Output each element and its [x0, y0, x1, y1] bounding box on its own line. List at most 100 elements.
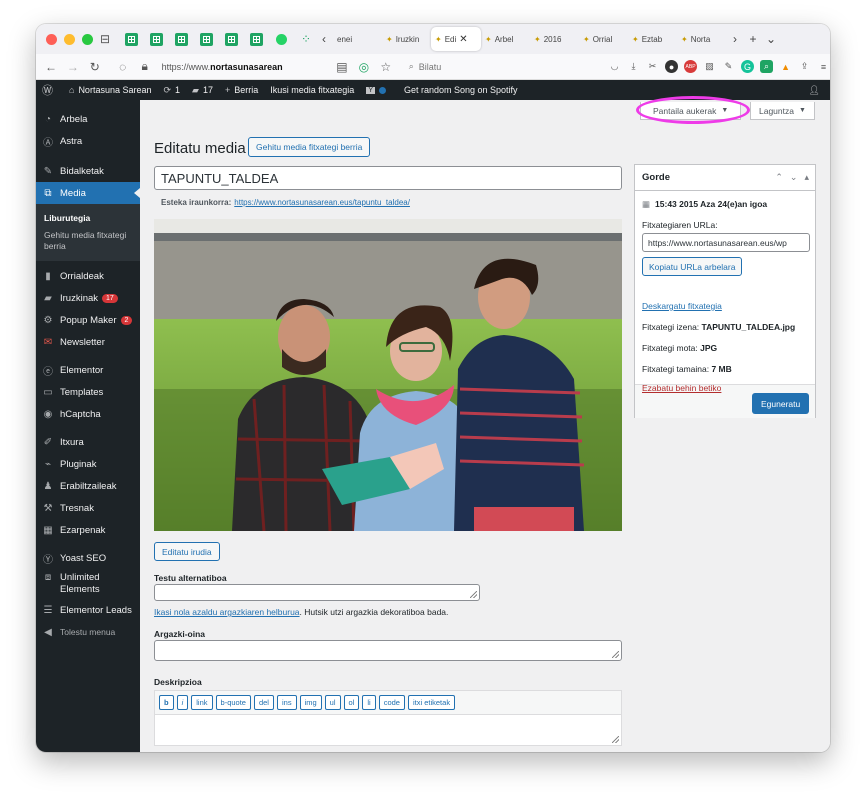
download-file-link[interactable]: Deskargatu fitxategia: [642, 301, 722, 311]
adminbar-updates[interactable]: ⟳ 1: [157, 85, 186, 96]
bookmark-star-icon[interactable]: ☆: [375, 60, 397, 74]
quicktag-code-button[interactable]: code: [378, 695, 405, 710]
close-window-button[interactable]: [46, 33, 57, 45]
adminbar-comments[interactable]: ▰ 17: [186, 85, 219, 96]
quicktag-italic-button[interactable]: i: [176, 695, 189, 710]
quicktag-close-tags-button[interactable]: itxi etiketak: [407, 695, 456, 710]
vlc-icon[interactable]: ▲: [779, 60, 792, 73]
sidebar-item-elementor[interactable]: ⓔ Elementor: [36, 359, 140, 381]
maximize-window-button[interactable]: [82, 33, 93, 45]
wp-logo-icon[interactable]: Ⓦ: [36, 82, 63, 98]
share-icon[interactable]: ⇪: [798, 60, 811, 73]
screenshot-icon[interactable]: ✂: [646, 60, 659, 73]
quicktag-img-button[interactable]: img: [299, 695, 322, 710]
browser-tab[interactable]: ✦ Eztab: [628, 27, 677, 51]
shield-icon[interactable]: ◌: [112, 60, 134, 74]
caption-textarea[interactable]: [154, 640, 622, 661]
adminbar-user-icon[interactable]: 👤︎: [803, 85, 830, 96]
sidebar-item-unlimited-elements[interactable]: ⧈ Unlimited Elements: [36, 569, 140, 599]
sidebar-item-bidalketak[interactable]: ✎ Bidalketak: [36, 160, 140, 182]
eyedropper-icon[interactable]: ✎: [722, 60, 735, 73]
delete-permanently-link[interactable]: Ezabatu behin betiko: [642, 383, 721, 393]
pinned-tab-dots-icon[interactable]: ⁘: [297, 28, 315, 50]
quicktag-blockquote-button[interactable]: b-quote: [215, 695, 251, 710]
sidebar-item-templates[interactable]: ▭ Templates: [36, 381, 140, 403]
quicktag-ol-button[interactable]: ol: [343, 695, 360, 710]
browser-tab[interactable]: enei: [333, 27, 382, 51]
file-url-input[interactable]: https://www.nortasunasarean.eus/wp: [642, 233, 810, 252]
extension-icon[interactable]: ◎: [353, 60, 375, 74]
alt-text-help-link[interactable]: Ikasi nola azaldu argazkiaren helburua: [154, 607, 300, 617]
permalink-link[interactable]: https://www.nortasunasarean.eus/tapuntu_…: [234, 198, 410, 207]
submenu-item-liburutegia[interactable]: Liburutegia: [36, 210, 140, 227]
sidebar-item-newsletter[interactable]: ✉ Newsletter: [36, 331, 140, 353]
scroll-tabs-right-icon[interactable]: ›: [726, 32, 744, 46]
tab-list-chevron-icon[interactable]: ⌄: [762, 32, 780, 46]
toggle-panel-icon[interactable]: ▴: [804, 172, 809, 183]
browser-tab-active[interactable]: ✦ Edi ✕: [431, 27, 481, 51]
scroll-tabs-left-icon[interactable]: ‹: [315, 32, 333, 46]
move-down-icon[interactable]: ⌄: [790, 172, 798, 183]
add-new-media-button[interactable]: Gehitu media fitxategi berria: [248, 137, 371, 157]
resize-handle-icon[interactable]: [470, 591, 477, 598]
sidebar-item-elementor-leads[interactable]: ☰ Elementor Leads: [36, 599, 140, 621]
menu-icon[interactable]: ≡: [817, 60, 830, 73]
adminbar-site-name[interactable]: ⌂ Nortasuna Sarean: [63, 85, 157, 95]
adblock-icon[interactable]: ABP: [684, 60, 698, 73]
adminbar-view-media[interactable]: Ikusi media fitxategia: [264, 85, 360, 95]
sidebar-item-erabiltzaileak[interactable]: ♟ Erabiltzaileak: [36, 475, 140, 497]
account-icon[interactable]: ●: [665, 60, 679, 73]
edit-image-button[interactable]: Editatu irudia: [154, 542, 220, 561]
pocket-icon[interactable]: ◡: [608, 60, 621, 73]
sidebar-item-popup-maker[interactable]: ⚙ Popup Maker 2: [36, 309, 140, 331]
pinned-tab-sheet-icon[interactable]: [172, 28, 190, 50]
sidebar-item-pluginak[interactable]: ⌁ Pluginak: [36, 453, 140, 475]
browser-tab[interactable]: ✦ Orrial: [579, 27, 628, 51]
sidebar-item-ezarpenak[interactable]: ▦ Ezarpenak: [36, 519, 140, 541]
pinned-tab-sheet-icon[interactable]: [247, 28, 265, 50]
download-icon[interactable]: ⤓: [627, 60, 640, 73]
sidebar-item-astra[interactable]: Ⓐ Astra: [36, 130, 140, 152]
quicktag-del-button[interactable]: del: [253, 695, 274, 710]
browser-tab[interactable]: ✦ 2016: [530, 27, 579, 51]
adminbar-new[interactable]: + Berria: [219, 85, 264, 95]
pinned-tab-whatsapp-icon[interactable]: [272, 28, 290, 50]
minimize-window-button[interactable]: [64, 33, 75, 45]
resize-handle-icon[interactable]: [612, 736, 619, 743]
quicktag-ins-button[interactable]: ins: [276, 695, 297, 710]
resize-handle-icon[interactable]: [612, 651, 619, 658]
sidebar-item-yoast-seo[interactable]: Ⓨ Yoast SEO: [36, 547, 140, 569]
grammarly-icon[interactable]: G: [741, 60, 755, 73]
pinned-tab-sheet-icon[interactable]: [147, 28, 165, 50]
adminbar-yoast[interactable]: Y: [360, 86, 398, 94]
update-button[interactable]: Eguneratu: [752, 393, 810, 414]
submenu-item-add-new-media[interactable]: Gehitu media fitxategi berria: [36, 227, 140, 255]
sidebar-item-tresnak[interactable]: ⚒ Tresnak: [36, 497, 140, 519]
quicktag-bold-button[interactable]: b: [159, 695, 174, 710]
sidebar-item-iruzkinak[interactable]: ▰ Iruzkinak 17: [36, 287, 140, 309]
reload-icon[interactable]: ↻: [84, 60, 106, 74]
quicktag-link-button[interactable]: link: [191, 695, 213, 710]
quicktag-li-button[interactable]: li: [362, 695, 376, 710]
sidebar-item-arbela[interactable]: ◔ Arbela: [36, 108, 140, 130]
sidebar-item-media[interactable]: ⧉ Media: [36, 182, 140, 204]
close-tab-icon[interactable]: ✕: [459, 34, 467, 45]
browser-tab[interactable]: ✦ Norta: [677, 27, 726, 51]
pinned-tab-sheet-icon[interactable]: [197, 28, 215, 50]
description-textarea[interactable]: [155, 715, 621, 745]
zoom-extension-icon[interactable]: ⌕: [760, 60, 774, 73]
url-bar[interactable]: https://www. nortasunasarean: [162, 58, 331, 76]
pinned-tab-sheet-icon[interactable]: [222, 28, 240, 50]
browser-tab[interactable]: ✦ Iruzkin: [382, 27, 431, 51]
pinned-tab-sheet-icon[interactable]: [122, 28, 140, 50]
back-icon[interactable]: ←: [40, 60, 62, 74]
quicktag-ul-button[interactable]: ul: [324, 695, 341, 710]
help-button[interactable]: Laguntza ▼: [750, 102, 815, 120]
copy-url-button[interactable]: Kopiatu URLa arbelara: [642, 257, 743, 276]
new-tab-icon[interactable]: +: [744, 32, 762, 46]
browser-tab[interactable]: ✦ Arbel: [481, 27, 530, 51]
forward-icon[interactable]: →: [62, 60, 84, 74]
search-bar[interactable]: ⌕ Bilatu: [409, 58, 588, 76]
alt-text-input[interactable]: [154, 584, 480, 601]
tab-overview-icon[interactable]: ⊟: [96, 28, 114, 50]
